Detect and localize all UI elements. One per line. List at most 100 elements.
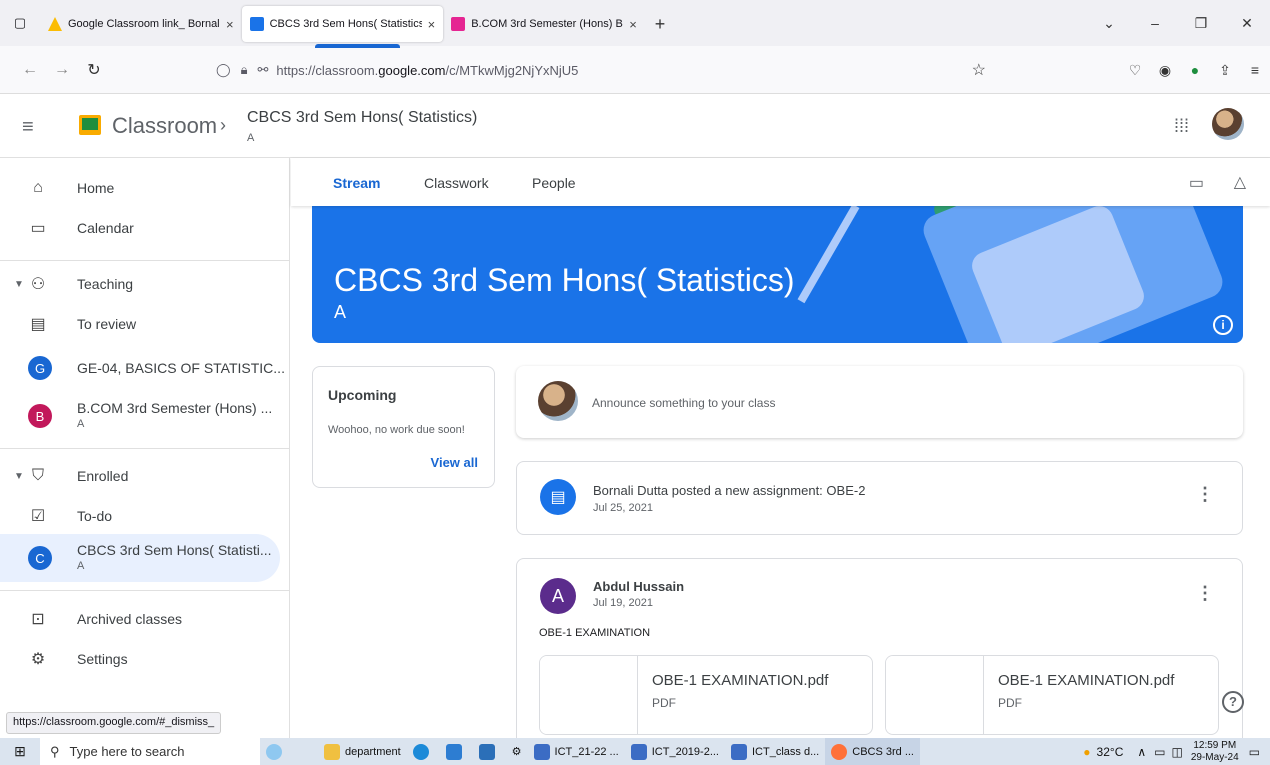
weather-temp[interactable]: 32°C bbox=[1097, 745, 1124, 759]
drive-icon[interactable]: △ bbox=[1234, 172, 1246, 192]
sidebar-class-name: B.COM 3rd Semester (Hons) ... bbox=[77, 400, 273, 416]
sidebar-item-home[interactable]: ⌂ Home bbox=[0, 168, 280, 208]
forward-icon[interactable]: → bbox=[46, 61, 78, 79]
collapse-caret-icon[interactable]: ▼ bbox=[14, 471, 24, 482]
sidebar-item-todo[interactable]: ☑ To-do bbox=[0, 496, 280, 536]
classroom-logo-icon[interactable] bbox=[79, 115, 101, 135]
sidebar-class-ge04[interactable]: G GE-04, BASICS OF STATISTIC... bbox=[0, 348, 285, 388]
tab-stream[interactable]: Stream bbox=[333, 175, 380, 191]
close-window-icon[interactable]: ✕ bbox=[1224, 15, 1270, 32]
volume-icon[interactable]: ◫ bbox=[1172, 745, 1183, 759]
taskbar-app-word-3[interactable]: ICT_class d... bbox=[725, 738, 825, 765]
tab-people[interactable]: People bbox=[532, 175, 576, 191]
taskbar-app-firefox[interactable]: CBCS 3rd ... bbox=[825, 738, 920, 765]
browser-tab-2[interactable]: CBCS 3rd Sem Hons( Statistics) × bbox=[241, 6, 444, 42]
bookmark-star-icon[interactable]: ☆ bbox=[972, 60, 986, 80]
active-tab-indicator bbox=[315, 44, 400, 48]
close-tab-icon[interactable]: × bbox=[629, 17, 637, 32]
sidebar-class-bcom[interactable]: B B.COM 3rd Semester (Hons) ... A bbox=[0, 392, 280, 440]
sidebar-item-calendar[interactable]: ▭ Calendar bbox=[0, 208, 280, 248]
author-avatar: A bbox=[540, 578, 576, 614]
extension-icon[interactable]: ● bbox=[1180, 62, 1210, 78]
sidebar-item-label: Calendar bbox=[77, 220, 134, 236]
avatar bbox=[538, 381, 578, 421]
close-tab-icon[interactable]: × bbox=[226, 17, 234, 32]
taskbar-app-word-2[interactable]: ICT_2019-2... bbox=[625, 738, 725, 765]
url-bar[interactable]: ◯ 🔒︎ ⚯ https://classroom. google.com/c/MT… bbox=[216, 55, 1016, 85]
sidebar-item-enrolled[interactable]: ▼ ⛉ Enrolled bbox=[0, 456, 280, 496]
announce-placeholder[interactable]: Announce something to your class bbox=[592, 396, 775, 410]
main-menu-icon[interactable]: ≡ bbox=[22, 116, 34, 139]
post-date: Jul 25, 2021 bbox=[593, 502, 653, 514]
sidebar-item-label: Archived classes bbox=[77, 611, 183, 627]
view-all-link[interactable]: View all bbox=[431, 455, 478, 470]
browser-tab-3[interactable]: B.COM 3rd Semester (Hons) BD × bbox=[443, 6, 645, 42]
tray-chevron-icon[interactable]: ∧ bbox=[1137, 745, 1146, 759]
browser-tabstrip: ▢ Google Classroom link_ Bornali × CBCS … bbox=[0, 0, 1270, 46]
mail-icon[interactable] bbox=[473, 738, 506, 765]
google-apps-icon[interactable]: ⁞⁞⁞ bbox=[1174, 116, 1189, 137]
tab-title: CBCS 3rd Sem Hons( Statistics) bbox=[269, 18, 422, 30]
announce-box[interactable]: Announce something to your class bbox=[516, 366, 1243, 438]
assignment-post[interactable]: ▤ Bornali Dutta posted a new assignment:… bbox=[516, 461, 1243, 535]
back-icon[interactable]: ← bbox=[14, 61, 46, 79]
taskbar-clock[interactable]: 12:59 PM 29-May-24 bbox=[1191, 740, 1239, 764]
sidebar-divider bbox=[0, 590, 290, 591]
more-options-icon[interactable]: ⋮ bbox=[1196, 484, 1214, 505]
close-tab-icon[interactable]: × bbox=[428, 17, 436, 32]
settings-gear-icon[interactable]: ⚙ bbox=[506, 738, 528, 765]
menu-icon[interactable]: ≡ bbox=[1240, 62, 1270, 78]
attachment-card[interactable]: OBE-1 EXAMINATION.pdf PDF bbox=[539, 655, 873, 735]
sidebar-item-settings[interactable]: ⚙ Settings bbox=[0, 639, 280, 679]
tab-overflow-icon[interactable]: ⌄ bbox=[1086, 15, 1132, 32]
class-initial-avatar: B bbox=[28, 404, 52, 428]
sidebar-class-cbcs[interactable]: C CBCS 3rd Sem Hons( Statisti... A bbox=[0, 534, 280, 582]
store-icon[interactable] bbox=[440, 738, 473, 765]
tab-classwork[interactable]: Classwork bbox=[424, 175, 489, 191]
lock-icon[interactable]: 🔒︎ bbox=[241, 62, 248, 78]
tab-list-icon[interactable]: ▢ bbox=[0, 0, 40, 46]
share-icon[interactable]: ⇪ bbox=[1210, 62, 1240, 79]
minimize-icon[interactable]: – bbox=[1132, 15, 1178, 31]
calendar-icon[interactable]: ▭ bbox=[1189, 173, 1204, 193]
edge-icon[interactable] bbox=[407, 738, 440, 765]
stream-main: CBCS 3rd Sem Hons( Statistics) A i Upcom… bbox=[291, 206, 1270, 738]
attachment-card[interactable]: OBE-1 EXAMINATION.pdf PDF bbox=[885, 655, 1219, 735]
windows-start-icon[interactable]: ⊞ bbox=[0, 743, 40, 760]
account-icon[interactable]: ◉ bbox=[1150, 62, 1180, 79]
taskbar-search-placeholder: Type here to search bbox=[69, 744, 185, 759]
taskbar-search[interactable]: ⚲ Type here to search bbox=[40, 738, 260, 765]
tab-title: B.COM 3rd Semester (Hons) BD bbox=[471, 18, 624, 30]
avatar[interactable] bbox=[1212, 108, 1244, 140]
gear-icon: ⚙ bbox=[30, 651, 46, 668]
restore-icon[interactable]: ❐ bbox=[1178, 15, 1224, 32]
banner-class-title: CBCS 3rd Sem Hons( Statistics) bbox=[334, 262, 795, 298]
browser-tab-1[interactable]: Google Classroom link_ Bornali × bbox=[40, 6, 242, 42]
sidebar-item-to-review[interactable]: ▤ To review bbox=[0, 304, 280, 344]
tracking-shield-icon[interactable]: ◯ bbox=[216, 62, 231, 78]
sidebar-item-archived[interactable]: ⊡ Archived classes bbox=[0, 599, 280, 639]
collapse-caret-icon[interactable]: ▼ bbox=[14, 279, 24, 290]
notification-icon[interactable]: ▭ bbox=[1249, 745, 1260, 759]
class-initial-avatar: G bbox=[28, 356, 52, 380]
network-icon[interactable]: ▭ bbox=[1154, 745, 1165, 759]
reload-icon[interactable]: ↻ bbox=[78, 60, 110, 80]
help-icon[interactable]: ? bbox=[1222, 691, 1244, 713]
pocket-icon[interactable]: ♡ bbox=[1120, 62, 1150, 79]
sidebar-item-teaching[interactable]: ▼ ⚇ Teaching bbox=[0, 264, 280, 304]
permissions-icon[interactable]: ⚯ bbox=[257, 62, 268, 78]
cortana-icon[interactable] bbox=[260, 738, 318, 765]
sidebar-class-section: A bbox=[77, 418, 85, 430]
info-icon[interactable]: i bbox=[1213, 315, 1233, 335]
taskbar-app-explorer[interactable]: department bbox=[318, 738, 407, 765]
more-options-icon[interactable]: ⋮ bbox=[1196, 583, 1214, 604]
weather-icon[interactable]: ● bbox=[1083, 745, 1090, 759]
brand-name[interactable]: Classroom bbox=[112, 113, 217, 139]
new-tab-button[interactable]: + bbox=[655, 14, 666, 35]
system-tray: ● 32°C ∧ ▭ ◫ 12:59 PM 29-May-24 ▭ bbox=[1083, 738, 1270, 765]
teaching-people-icon: ⚇ bbox=[30, 276, 46, 293]
class-tabs: Stream Classwork People ▭ △ bbox=[291, 158, 1270, 206]
breadcrumb-class-title[interactable]: CBCS 3rd Sem Hons( Statistics) bbox=[247, 109, 477, 127]
post-text[interactable]: Bornali Dutta posted a new assignment: O… bbox=[593, 483, 865, 498]
taskbar-app-word-1[interactable]: ICT_21-22 ... bbox=[528, 738, 625, 765]
